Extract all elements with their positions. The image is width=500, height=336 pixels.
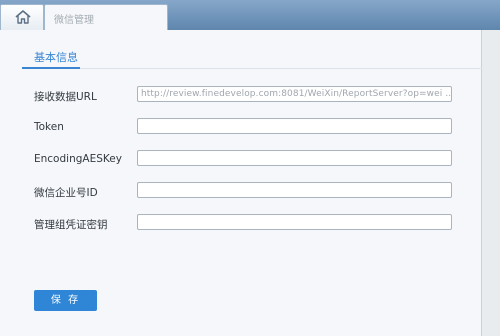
content-panel: 基本信息 接收数据URL http://review.finedevelop.c… [0,30,482,336]
tab-label: 微信管理 [54,15,94,26]
section-title: 基本信息 [34,51,78,64]
section-divider [22,68,482,69]
encoding-aes-key-field[interactable] [137,150,452,166]
receive-url-label: 接收数据URL [34,91,97,103]
token-label: Token [34,121,64,133]
tab-bar: 微信管理 [0,0,500,31]
corp-id-field[interactable] [137,182,452,198]
admin-secret-field[interactable] [137,214,452,230]
encoding-aes-key-label: EncodingAESKey [34,153,122,165]
receive-url-field[interactable]: http://review.finedevelop.com:8081/WeiXi… [137,86,452,102]
tab-home[interactable] [0,4,44,30]
admin-secret-label: 管理组凭证密钥 [34,219,108,231]
scrollbar-track[interactable] [482,30,500,336]
tab-weixin-management[interactable]: 微信管理 [44,4,168,31]
home-icon [15,10,31,24]
section-title-underline [22,67,80,69]
token-field[interactable] [137,118,452,134]
corp-id-label: 微信企业号ID [34,187,98,199]
save-button[interactable]: 保 存 [34,290,97,311]
